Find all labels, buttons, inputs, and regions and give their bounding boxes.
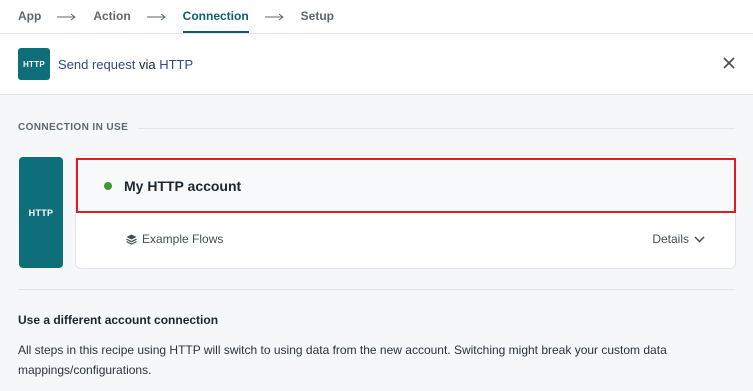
step-action[interactable]: Action (93, 0, 130, 33)
connection-card: My HTTP account Example Flows Details (75, 155, 736, 269)
example-flows-link[interactable]: Example Flows (126, 232, 223, 246)
header-title: Send request via HTTP (58, 57, 193, 72)
section-divider (18, 289, 735, 290)
http-app-logo: HTTP (18, 48, 50, 80)
account-row[interactable]: My HTTP account (76, 158, 736, 213)
close-icon[interactable] (721, 55, 737, 71)
alternate-connection-description: All steps in this recipe using HTTP will… (18, 343, 667, 377)
status-dot (104, 181, 112, 190)
section-divider (138, 128, 735, 129)
chevron-down-icon (694, 235, 705, 243)
step-connection[interactable]: Connection (182, 0, 249, 33)
details-toggle[interactable]: Details (652, 232, 705, 246)
example-flows-label: Example Flows (142, 232, 224, 246)
via-text: via (138, 56, 156, 72)
arrow-right-icon (57, 13, 77, 21)
app-link[interactable]: HTTP (159, 57, 193, 72)
arrow-right-icon (264, 13, 285, 21)
alternate-connection-title: Use a different account connection (18, 313, 219, 327)
connection-app-logo: HTTP (19, 157, 63, 268)
layers-icon (126, 234, 137, 245)
arrow-right-icon (146, 13, 167, 21)
step-header: HTTP Send request via HTTP (0, 33, 753, 95)
step-app[interactable]: App (18, 0, 41, 33)
action-link[interactable]: Send request (58, 57, 135, 72)
step-setup[interactable]: Setup (301, 0, 334, 33)
details-label: Details (652, 232, 689, 246)
account-name: My HTTP account (124, 177, 242, 194)
section-label: CONNECTION IN USE (18, 122, 129, 133)
breadcrumb: App Action Connection Setup (0, 0, 753, 33)
